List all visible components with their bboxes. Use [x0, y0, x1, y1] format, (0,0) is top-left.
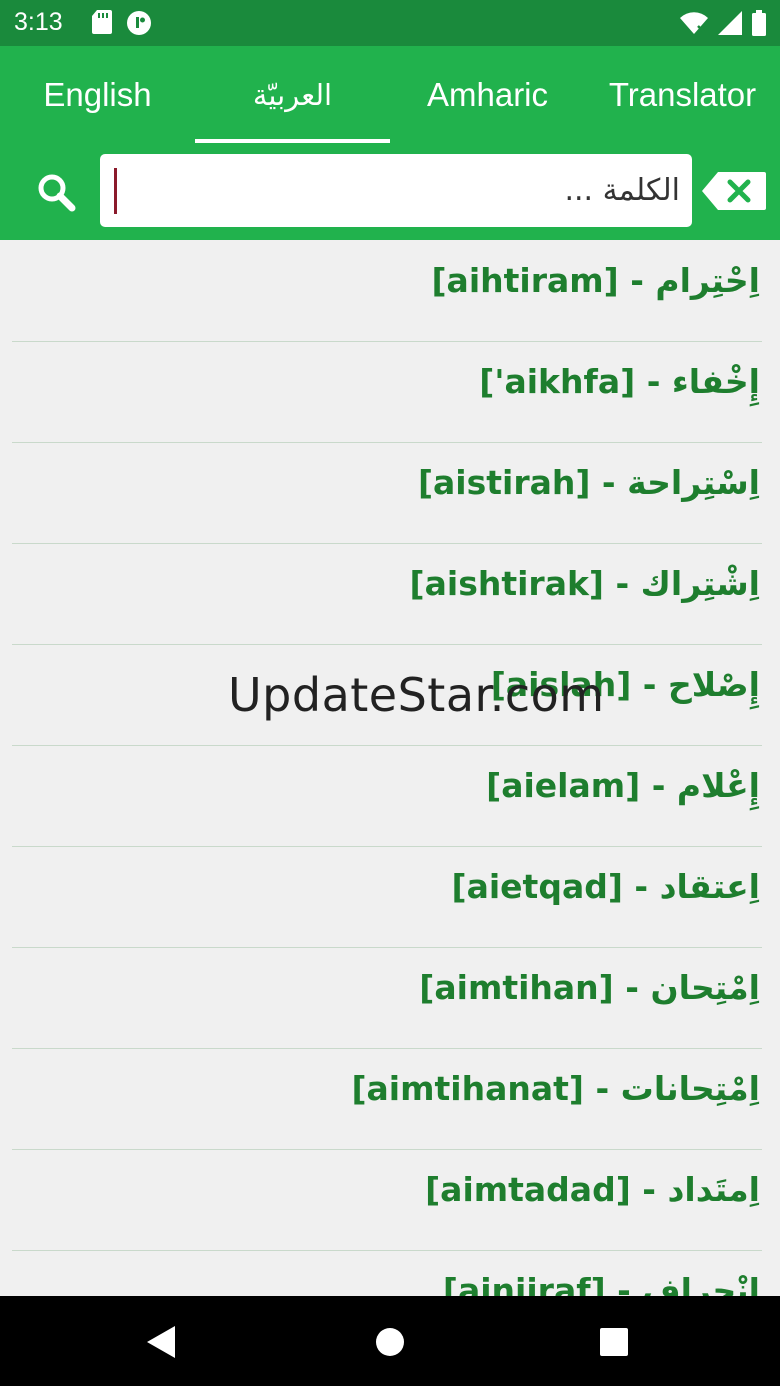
word-entry: [ainjiraf] - اِنْجِراف: [442, 1271, 760, 1296]
list-item[interactable]: [aimtadad] - اِمتَداد: [12, 1149, 762, 1251]
tab-amharic[interactable]: Amharic: [390, 46, 585, 144]
list-item[interactable]: [aistirah] - اِسْتِراحة: [12, 442, 762, 544]
list-item[interactable]: [aimtihanat] - اِمْتِحانات: [12, 1048, 762, 1150]
word-list: [aihtiram] - اِحْتِرام ['aikhfa] - إِخْف…: [0, 240, 780, 1296]
list-item[interactable]: [aietqad] - اِعتقاد: [12, 846, 762, 948]
battery-icon: [752, 10, 766, 41]
wifi-icon: [680, 12, 708, 39]
watermark: UpdateStar.com: [228, 668, 605, 722]
list-item[interactable]: ['aikhfa] - إِخْفاء: [12, 341, 762, 443]
backspace-clear-icon[interactable]: [702, 172, 766, 210]
home-icon[interactable]: [362, 1314, 418, 1370]
search-icon[interactable]: [34, 170, 78, 214]
word-entry: [aihtiram] - اِحْتِرام: [431, 261, 760, 300]
text-caret: [114, 168, 117, 214]
tab-arabic[interactable]: العربيّة: [195, 46, 390, 144]
list-item[interactable]: [aimtihan] - اِمْتِحان: [12, 947, 762, 1049]
tab-translator[interactable]: Translator: [585, 46, 780, 144]
status-bar: 3:13: [0, 0, 780, 46]
word-entry: [aietqad] - اِعتقاد: [451, 867, 761, 906]
list-item[interactable]: [ainjiraf] - اِنْجِراف: [12, 1250, 762, 1296]
word-entry: ['aikhfa] - إِخْفاء: [479, 362, 760, 401]
list-item[interactable]: [aishtirak] - اِشْتِراك: [12, 543, 762, 645]
list-item[interactable]: [aielam] - إِعْلام: [12, 745, 762, 847]
navigation-bar: [0, 1296, 780, 1386]
word-entry: [aimtihanat] - اِمْتِحانات: [351, 1069, 760, 1108]
selected-tab-indicator: [195, 139, 390, 143]
word-entry: [aimtadad] - اِمتَداد: [425, 1170, 760, 1209]
signal-icon: [718, 11, 742, 40]
word-entry: [aimtihan] - اِمْتِحان: [419, 968, 760, 1007]
search-box[interactable]: [100, 154, 692, 227]
search-input[interactable]: [124, 154, 690, 227]
app-notification-icon: [126, 10, 152, 41]
back-icon[interactable]: [134, 1314, 190, 1370]
word-entry: [aistirah] - اِسْتِراحة: [417, 463, 760, 502]
tab-english[interactable]: English: [0, 46, 195, 144]
search-bar: [0, 154, 780, 228]
word-entry: [aishtirak] - اِشْتِراك: [409, 564, 760, 603]
word-entry: [aielam] - إِعْلام: [486, 766, 760, 805]
app-bar: English العربيّة Amharic Translator: [0, 46, 780, 240]
tab-bar: English العربيّة Amharic Translator: [0, 46, 780, 144]
sd-card-icon: [92, 10, 112, 41]
recents-icon[interactable]: [586, 1314, 642, 1370]
status-time: 3:13: [14, 8, 63, 36]
list-item[interactable]: [aihtiram] - اِحْتِرام: [12, 240, 762, 342]
